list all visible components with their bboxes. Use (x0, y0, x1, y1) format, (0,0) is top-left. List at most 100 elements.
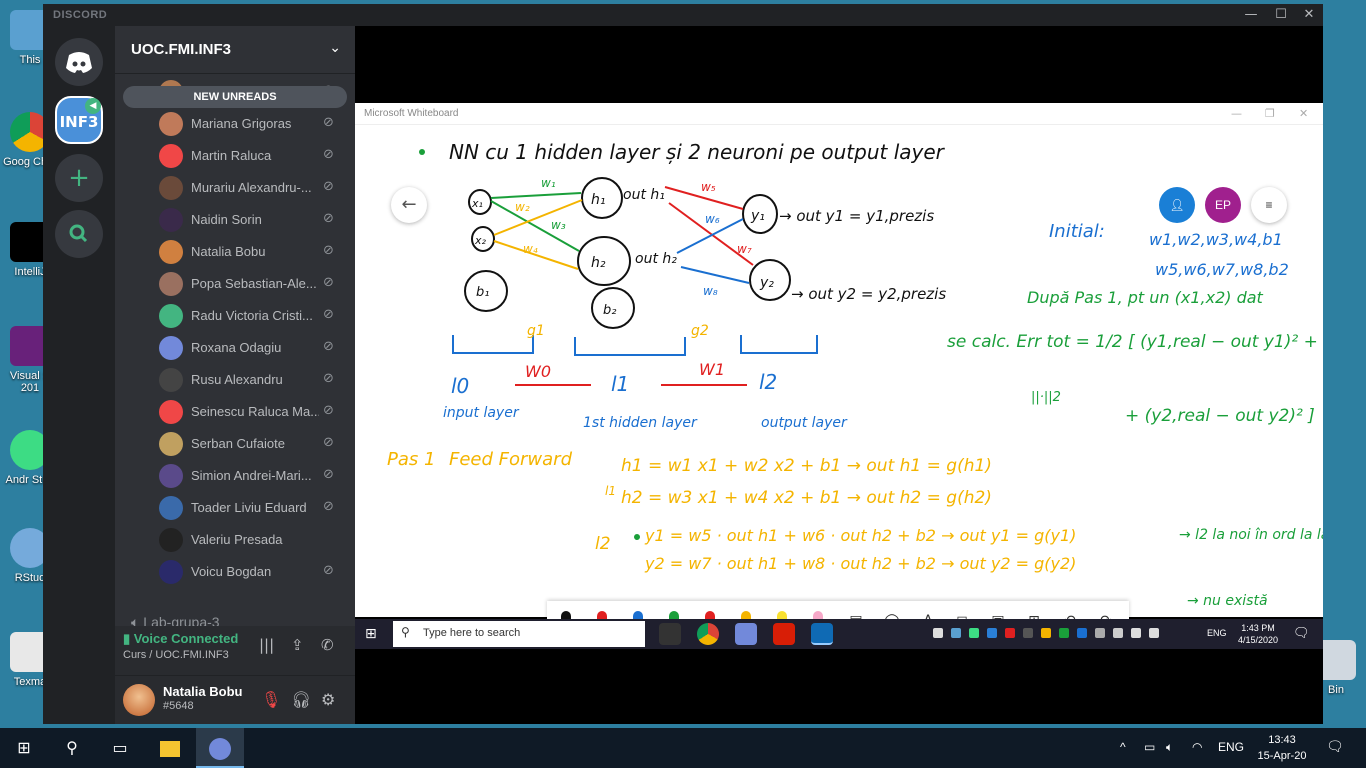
avatar[interactable] (123, 684, 155, 716)
tray-icon[interactable] (1095, 628, 1105, 638)
windows-logo-icon[interactable]: ⊞ (365, 626, 377, 642)
headphones-icon[interactable]: 🎧︎ (291, 690, 311, 709)
whiteboard-canvas[interactable]: NN cu 1 hidden layer și 2 neuroni pe out… (355, 125, 1323, 641)
tray-icon[interactable] (969, 628, 979, 638)
voice-member[interactable]: Popa Sebastian-Ale... ⊘ (115, 268, 355, 300)
close-icon[interactable]: ✕ (1299, 107, 1308, 120)
discord-icon[interactable] (735, 623, 757, 645)
clock[interactable]: 13:43 15-Apr-20 (1252, 732, 1312, 764)
voice-member[interactable]: Seinescu Raluca Ma... ⊘ (115, 396, 355, 428)
task-view-button[interactable]: ▭ (96, 728, 144, 768)
search-icon: ⚲ (66, 738, 78, 757)
voice-member[interactable]: Mariana Grigoras ⊘ (115, 108, 355, 140)
voice-member[interactable]: Radu Victoria Cristi... ⊘ (115, 300, 355, 332)
user-name: Natalia Bobu (163, 684, 243, 699)
file-explorer-button[interactable] (146, 728, 194, 768)
output-layer-label: output layer (761, 415, 848, 431)
language-indicator[interactable]: ENG (1207, 628, 1227, 638)
tray-icon[interactable] (1059, 628, 1069, 638)
volume-icon[interactable] (1149, 628, 1159, 638)
maximize-icon[interactable]: ❐ (1265, 107, 1275, 120)
explore-servers-button[interactable] (55, 210, 103, 258)
tray-icon[interactable] (933, 628, 943, 638)
avatar (159, 432, 183, 456)
tray-icon[interactable] (1041, 628, 1051, 638)
voice-member[interactable]: Murariu Alexandru-... ⊘ (115, 172, 355, 204)
tray-icon[interactable] (1005, 628, 1015, 638)
svg-text:b₂: b₂ (603, 303, 616, 318)
voice-member[interactable]: Natalia Bobu ⊘ (115, 236, 355, 268)
battery-icon[interactable]: ▭ (1144, 740, 1155, 754)
app-title: DISCORD (53, 9, 108, 21)
voice-member[interactable]: Simion Andrei-Mari... ⊘ (115, 460, 355, 492)
search-button[interactable]: ⚲ (48, 728, 96, 768)
member-name: Popa Sebastian-Ale... (191, 276, 317, 291)
discord-taskbar-button[interactable] (196, 728, 244, 768)
clock[interactable]: 1:43 PM 4/15/2020 (1235, 622, 1281, 646)
tray-icon[interactable] (951, 628, 961, 638)
disconnect-icon[interactable]: ✆ (321, 636, 334, 654)
avatar[interactable]: EP (1205, 187, 1241, 223)
new-unreads-banner[interactable]: NEW UNREADS (123, 86, 347, 108)
notification-icon[interactable]: 🗨︎ (1326, 738, 1344, 755)
discord-logo-icon (66, 52, 92, 73)
screen-share-icon[interactable]: ⇪ (291, 636, 304, 654)
voice-member[interactable]: Toader Liviu Eduard ⊘ (115, 492, 355, 524)
l1-label: l1 (611, 372, 629, 396)
acrobat-icon[interactable] (773, 623, 795, 645)
maximize-button[interactable]: ☐ (1267, 6, 1295, 24)
server-icon-label: INF3 (59, 113, 99, 131)
avatar (159, 176, 183, 200)
voice-member[interactable]: Rusu Alexandru ⊘ (115, 364, 355, 396)
screen-share-stream[interactable]: Microsoft Whiteboard — ❐ ✕ NN cu 1 hidde… (355, 26, 1323, 724)
voice-member[interactable]: Valeriu Presada (115, 524, 355, 556)
tray-icon[interactable] (1077, 628, 1087, 638)
tray-icon[interactable] (1023, 628, 1033, 638)
home-button[interactable] (55, 38, 103, 86)
svg-text:y₁: y₁ (750, 208, 765, 224)
chrome-icon[interactable] (697, 623, 719, 645)
w1-label: W1 (699, 360, 725, 379)
gear-icon[interactable]: ⚙ (321, 690, 335, 709)
voice-member[interactable]: Serban Cufaiote ⊘ (115, 428, 355, 460)
minimize-button[interactable]: — (1237, 6, 1265, 24)
voice-member[interactable]: Naidin Sorin ⊘ (115, 204, 355, 236)
server-header[interactable]: UOC.FMI.INF3 ⌄ (115, 26, 355, 74)
battery-icon[interactable] (1113, 628, 1123, 638)
tray-icon[interactable] (987, 628, 997, 638)
muted-mic-icon: ⊘ (323, 339, 334, 354)
task-view-icon[interactable] (659, 623, 681, 645)
svg-text:b₁: b₁ (476, 285, 489, 300)
notification-icon[interactable]: 🗨︎ (1293, 626, 1310, 641)
svg-text:w₂: w₂ (515, 200, 530, 214)
whiteboard-icon[interactable] (811, 623, 833, 645)
voice-channel-path[interactable]: Curs / UOC.FMI.INF3 (123, 649, 229, 661)
minimize-icon[interactable]: — (1231, 107, 1242, 120)
invite-button[interactable]: 👤︎ (1159, 187, 1195, 223)
back-button[interactable]: ← (391, 187, 427, 223)
noise-suppression-icon[interactable]: ||| (259, 636, 274, 654)
chevron-down-icon: ⌄ (329, 40, 341, 56)
hamburger-icon: ≡ (1265, 198, 1273, 212)
search-box[interactable]: ⚲ Type here to search (393, 621, 645, 647)
voice-member[interactable]: Voicu Bogdan ⊘ (115, 556, 355, 588)
svg-text:w₄: w₄ (523, 242, 538, 256)
mute-icon[interactable]: 🎙︎ (261, 690, 281, 709)
volume-icon[interactable]: 🔈︎ (1166, 740, 1173, 755)
weights1-label: w1,w2,w3,w4,b1 (1149, 230, 1283, 249)
close-button[interactable]: ✕ (1295, 6, 1323, 24)
out-y1-note: → out y1 = y1,prezis (779, 207, 934, 225)
start-button[interactable]: ⊞ (0, 728, 48, 768)
menu-button[interactable]: ≡ (1251, 187, 1287, 223)
chevron-up-icon[interactable]: ^ (1120, 740, 1126, 754)
voice-member[interactable]: Martin Raluca ⊘ (115, 140, 355, 172)
voice-member[interactable]: Roxana Odagiu ⊘ (115, 332, 355, 364)
wifi-icon[interactable]: ◠ (1192, 740, 1202, 754)
wifi-icon[interactable] (1131, 628, 1141, 638)
add-server-button[interactable]: + (55, 154, 103, 202)
input-layer-label: input layer (443, 405, 520, 421)
language-indicator[interactable]: ENG (1218, 740, 1244, 754)
svg-text:w₆: w₆ (705, 212, 720, 226)
speaker-icon: ◀ (85, 98, 101, 114)
whiteboard-window: Microsoft Whiteboard — ❐ ✕ NN cu 1 hidde… (355, 103, 1323, 649)
